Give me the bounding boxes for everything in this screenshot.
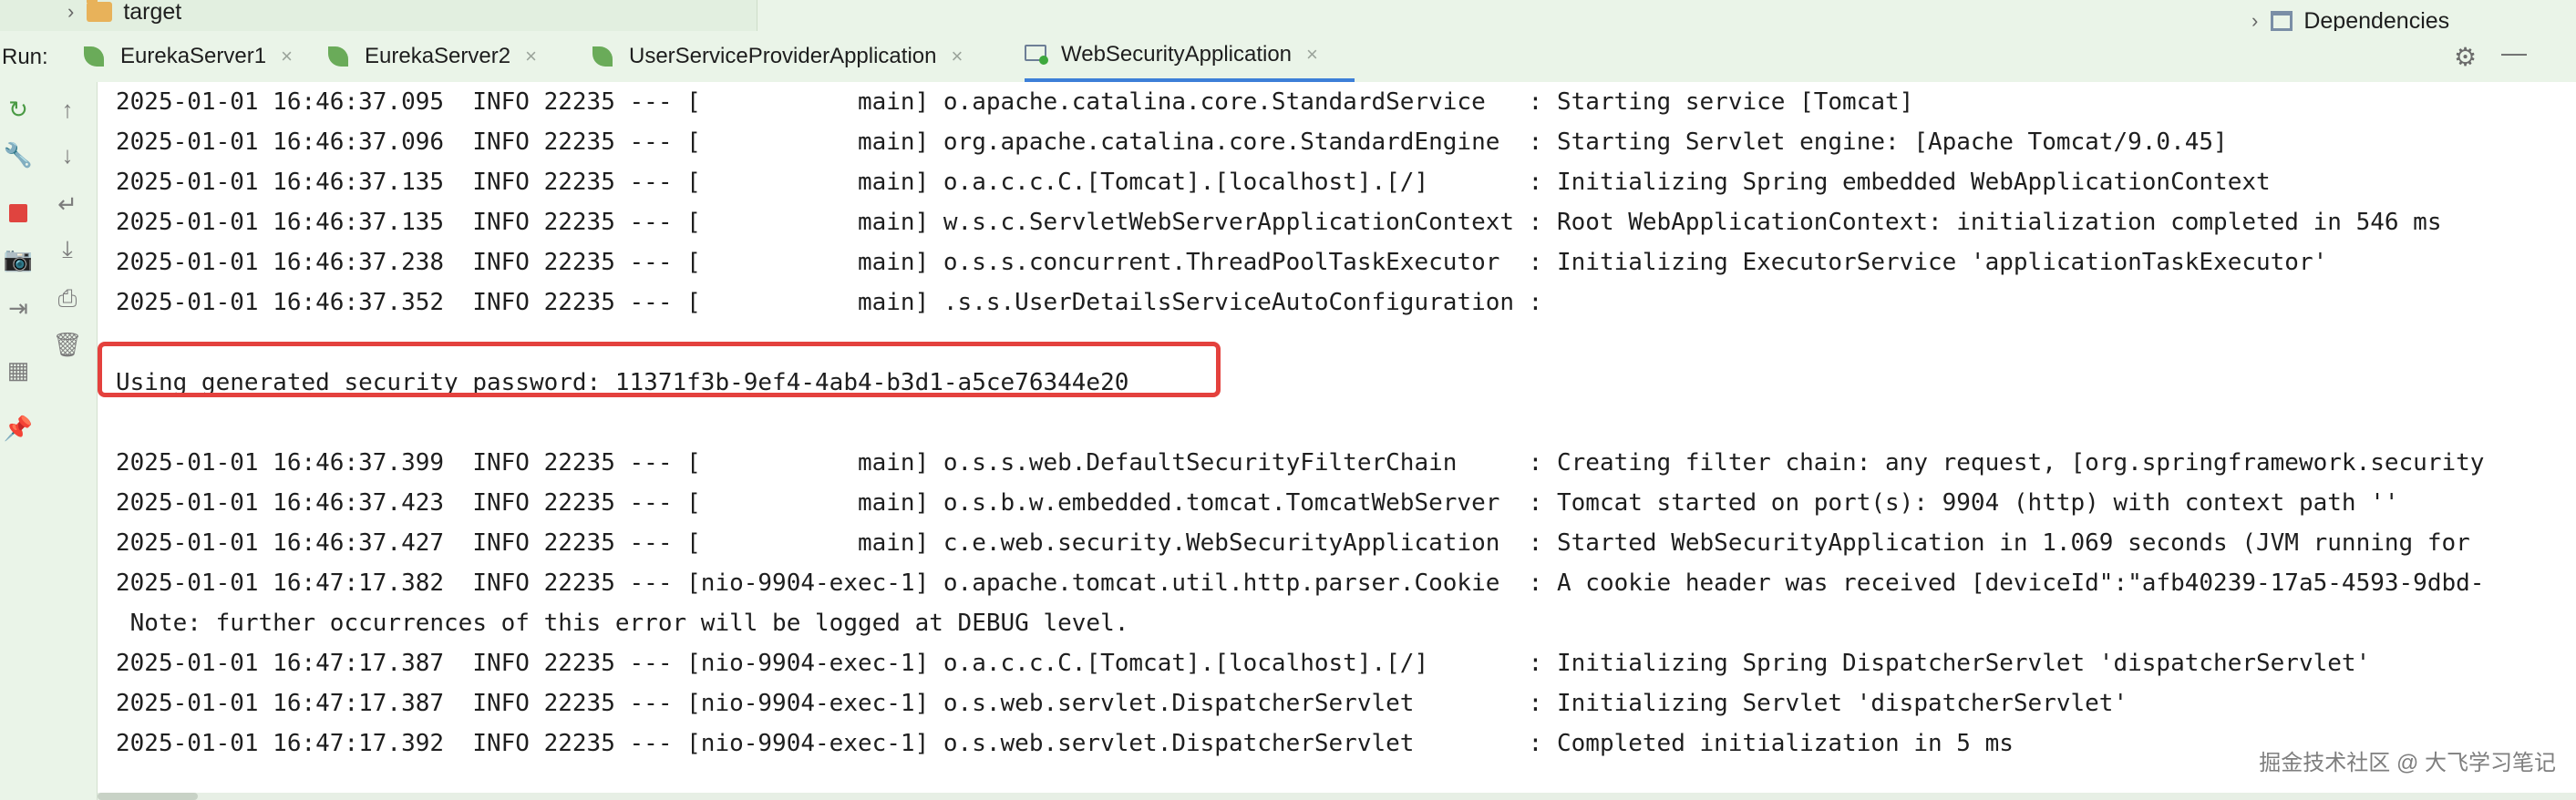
close-icon[interactable]: × (951, 45, 963, 68)
log-line: 2025-01-01 16:46:37.399 INFO 22235 --- [… (116, 449, 2485, 477)
gear-icon[interactable]: ⚙ (2454, 42, 2477, 72)
tab-eureka-server-2[interactable]: EurekaServer2 × (328, 31, 537, 82)
run-label: Run: (2, 45, 48, 69)
log-line: 2025-01-01 16:46:37.135 INFO 22235 --- [… (116, 169, 2271, 196)
spring-boot-icon (592, 45, 616, 68)
log-line: 2025-01-01 16:46:37.427 INFO 22235 --- [… (116, 529, 2470, 557)
minimize-icon[interactable]: — (2501, 38, 2527, 67)
tree-item-label: target (123, 0, 182, 25)
up-arrow-icon[interactable]: ↑ (53, 95, 82, 124)
run-toolbar-right: ↑ ↓ ↵ ⤓ ⎙ 🗑 (40, 82, 98, 800)
tab-user-service-provider[interactable]: UserServiceProviderApplication × (592, 31, 963, 82)
down-arrow-icon[interactable]: ↓ (53, 140, 82, 169)
trash-icon[interactable]: 🗑 (53, 330, 83, 359)
tab-label: EurekaServer2 (365, 44, 511, 68)
log-line: 2025-01-01 16:47:17.382 INFO 22235 --- [… (116, 569, 2485, 597)
project-tree-strip: › target › Dependencies (0, 0, 2576, 34)
chevron-right-icon[interactable]: › (67, 0, 74, 24)
scrollbar-thumb[interactable] (98, 793, 198, 800)
wrench-icon[interactable]: 🔧 (4, 140, 33, 169)
log-line: 2025-01-01 16:47:17.392 INFO 22235 --- [… (116, 730, 2014, 757)
log-line: 2025-01-01 16:46:37.352 INFO 22235 --- [… (116, 289, 1543, 316)
close-icon[interactable]: × (1306, 43, 1318, 67)
rerun-icon[interactable]: ↻ (4, 95, 33, 124)
tab-web-security-application[interactable]: WebSecurityApplication × (1025, 31, 1355, 82)
log-line: 2025-01-01 16:46:37.095 INFO 22235 --- [… (116, 88, 1914, 116)
project-tree-panel: › target (0, 0, 757, 31)
scroll-to-end-icon[interactable]: ⤓ (53, 235, 82, 264)
log-line: 2025-01-01 16:46:37.423 INFO 22235 --- [… (116, 489, 2399, 517)
login-icon[interactable]: ⇥ (4, 293, 33, 323)
log-line: 2025-01-01 16:46:37.135 INFO 22235 --- [… (116, 209, 2442, 236)
tab-label: WebSecurityApplication (1061, 42, 1293, 67)
spring-boot-icon (328, 45, 352, 68)
horizontal-scrollbar[interactable] (98, 793, 2576, 800)
close-icon[interactable]: × (281, 45, 293, 68)
tab-eureka-server-1[interactable]: EurekaServer1 × (84, 31, 293, 82)
pin-icon[interactable]: 📌 (4, 414, 33, 443)
soft-wrap-icon[interactable]: ↵ (53, 190, 82, 219)
security-password-line: Using generated security password: 11371… (116, 369, 1129, 396)
log-line: Note: further occurrences of this error … (116, 610, 1129, 637)
console-output[interactable]: 2025-01-01 16:46:37.095 INFO 22235 --- [… (98, 82, 2576, 793)
layout-icon[interactable]: ▦ (4, 355, 33, 385)
spring-boot-icon (84, 45, 108, 68)
run-toolbar-left: ↻ 🔧 📷 ⇥ ▦ 📌 (0, 82, 40, 800)
run-tab-bar: Run: EurekaServer1 × EurekaServer2 × Use… (0, 31, 2576, 83)
stop-icon[interactable] (4, 199, 33, 228)
tree-item-target[interactable]: › target (67, 0, 181, 27)
log-line: 2025-01-01 16:47:17.387 INFO 22235 --- [… (116, 650, 2371, 677)
running-app-icon (1025, 43, 1048, 67)
tab-label: UserServiceProviderApplication (629, 44, 937, 68)
log-line: 2025-01-01 16:46:37.096 INFO 22235 --- [… (116, 128, 2228, 156)
library-icon (2271, 11, 2293, 31)
chevron-right-icon[interactable]: › (2251, 9, 2258, 33)
close-icon[interactable]: × (525, 45, 537, 68)
camera-icon[interactable]: 📷 (4, 244, 33, 273)
watermark: 掘金技术社区 @ 大飞学习笔记 (2259, 751, 2556, 775)
log-line: 2025-01-01 16:47:17.387 INFO 22235 --- [… (116, 690, 2128, 717)
log-line: 2025-01-01 16:46:37.238 INFO 22235 --- [… (116, 249, 2328, 276)
folder-icon (87, 0, 113, 22)
print-icon[interactable]: ⎙ (53, 284, 82, 313)
tab-label: EurekaServer1 (120, 44, 267, 68)
